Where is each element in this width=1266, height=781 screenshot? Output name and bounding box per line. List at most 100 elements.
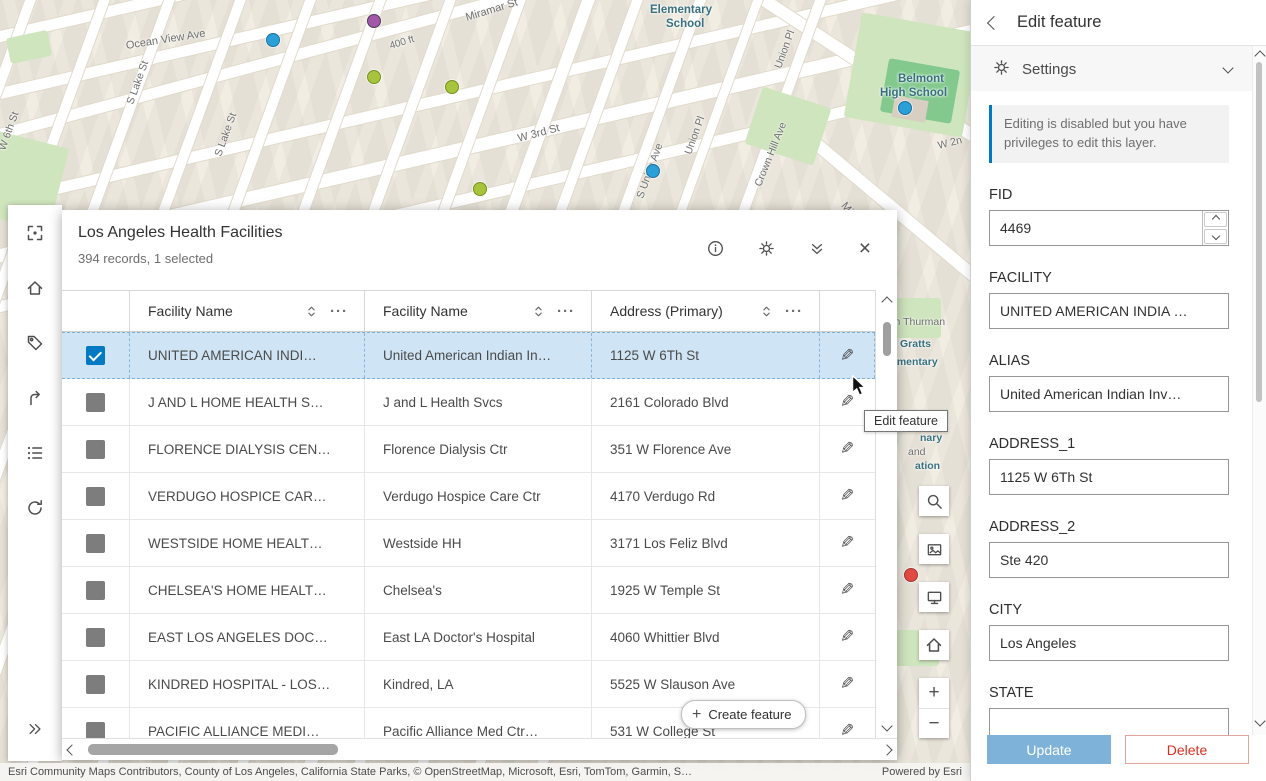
edit-row-icon[interactable]: ✎ bbox=[840, 439, 854, 459]
directions-icon[interactable] bbox=[17, 380, 53, 416]
table-cell[interactable]: Pacific Alliance Med Ctr… bbox=[365, 708, 592, 738]
table-cell[interactable]: Westside HH bbox=[365, 520, 592, 566]
table-cell[interactable]: Verdugo Hospice Care Ctr bbox=[365, 473, 592, 519]
table-row[interactable]: WESTSIDE HOME HEALT… Westside HH 3171 Los … bbox=[62, 520, 875, 567]
close-icon[interactable]: × bbox=[859, 238, 871, 259]
row-checkbox[interactable] bbox=[86, 346, 105, 365]
field-input-fid[interactable]: 4469 bbox=[989, 209, 1229, 246]
table-row[interactable]: FLORENCE DIALYSIS CEN… Florence Dialysis … bbox=[62, 426, 875, 473]
tag-icon[interactable] bbox=[17, 325, 53, 361]
map-point[interactable] bbox=[898, 101, 912, 115]
table-cell[interactable]: J AND L HOME HEALTH S… bbox=[130, 379, 365, 425]
table-cell[interactable]: United American Indian In… bbox=[365, 333, 592, 378]
table-cell[interactable]: CHELSEA'S HOME HEALT… bbox=[130, 567, 365, 613]
info-icon[interactable] bbox=[707, 240, 724, 257]
scroll-down-icon[interactable] bbox=[876, 720, 897, 732]
field-input-alias[interactable]: United American Indian Inv… bbox=[989, 375, 1229, 412]
table-row[interactable]: VERDUGO HOSPICE CAR… Verdugo Hospice Care… bbox=[62, 473, 875, 520]
table-row[interactable]: EAST LOS ANGELES DOC… East LA Doctor's Ho… bbox=[62, 614, 875, 661]
row-checkbox[interactable] bbox=[86, 721, 105, 738]
edit-row-icon[interactable]: ✎ bbox=[840, 486, 854, 506]
table-cell[interactable]: 351 W Florence Ave bbox=[592, 426, 820, 472]
table-cell[interactable]: Florence Dialysis Ctr bbox=[365, 426, 592, 472]
monitor-icon[interactable] bbox=[919, 582, 949, 612]
table-cell[interactable]: EAST LOS ANGELES DOC… bbox=[130, 614, 365, 660]
column-menu-icon[interactable]: ··· bbox=[330, 303, 348, 320]
collapse-panel-icon[interactable] bbox=[809, 241, 825, 257]
table-cell[interactable]: FLORENCE DIALYSIS CEN… bbox=[130, 426, 365, 472]
row-checkbox[interactable] bbox=[86, 580, 105, 600]
map-point[interactable] bbox=[904, 568, 918, 582]
map-canvas[interactable]: Miramar St Elementary School Ocean View Ave… bbox=[0, 0, 970, 781]
field-input-facility[interactable]: UNITED AMERICAN INDIA … bbox=[989, 292, 1229, 329]
sort-icon[interactable] bbox=[532, 305, 545, 318]
row-checkbox[interactable] bbox=[86, 627, 105, 647]
panel-scroll-thumb[interactable] bbox=[1256, 62, 1262, 402]
map-point[interactable] bbox=[473, 182, 487, 196]
sort-icon[interactable] bbox=[760, 305, 773, 318]
scroll-up-icon[interactable] bbox=[876, 296, 897, 308]
row-checkbox[interactable] bbox=[86, 533, 105, 553]
table-cell[interactable]: 1125 W 6Th St bbox=[592, 333, 820, 378]
edit-row-icon[interactable]: ✎ bbox=[840, 533, 854, 553]
table-cell[interactable]: VERDUGO HOSPICE CAR… bbox=[130, 473, 365, 519]
edit-row-icon[interactable]: ✎ bbox=[840, 627, 854, 647]
row-checkbox[interactable] bbox=[86, 439, 105, 459]
table-row[interactable]: UNITED AMERICAN INDI… United American Ind… bbox=[62, 332, 875, 379]
home-icon[interactable] bbox=[17, 270, 53, 306]
scroll-left-icon[interactable] bbox=[62, 739, 82, 760]
field-input-address_2[interactable]: Ste 420 bbox=[989, 541, 1229, 578]
map-point[interactable] bbox=[266, 33, 280, 47]
panel-scrollbar[interactable] bbox=[1252, 46, 1266, 735]
table-cell[interactable]: PACIFIC ALLIANCE MEDI… bbox=[130, 708, 365, 738]
table-cell[interactable]: UNITED AMERICAN INDI… bbox=[130, 333, 365, 378]
settings-section-header[interactable]: Settings bbox=[971, 46, 1266, 93]
map-point[interactable] bbox=[445, 80, 459, 94]
row-checkbox[interactable] bbox=[86, 392, 105, 412]
search-icon[interactable] bbox=[919, 486, 949, 516]
column-menu-icon[interactable]: ··· bbox=[557, 303, 575, 320]
table-cell[interactable]: KINDRED HOSPITAL - LOS… bbox=[130, 661, 365, 707]
table-cell[interactable]: 4060 Whittier Blvd bbox=[592, 614, 820, 660]
refresh-icon[interactable] bbox=[17, 490, 53, 526]
table-cell[interactable]: 3171 Los Feliz Blvd bbox=[592, 520, 820, 566]
table-row[interactable]: CHELSEA'S HOME HEALT… Chelsea's 1925 W Tem… bbox=[62, 567, 875, 614]
table-cell[interactable]: 2161 Colorado Blvd bbox=[592, 379, 820, 425]
scroll-down-icon[interactable] bbox=[1254, 715, 1266, 727]
field-input-address_1[interactable]: 1125 W 6Th St bbox=[989, 458, 1229, 495]
update-button[interactable]: Update bbox=[987, 735, 1111, 764]
table-cell[interactable]: East LA Doctor's Hospital bbox=[365, 614, 592, 660]
column-header[interactable]: Facility Name ··· bbox=[365, 291, 592, 331]
create-feature-button[interactable]: + Create feature bbox=[681, 700, 807, 729]
table-cell[interactable]: Chelsea's bbox=[365, 567, 592, 613]
column-menu-icon[interactable]: ··· bbox=[785, 303, 803, 320]
settings-icon[interactable] bbox=[758, 240, 775, 257]
table-cell[interactable]: 4170 Verdugo Rd bbox=[592, 473, 820, 519]
home-icon[interactable] bbox=[919, 630, 949, 660]
expand-icon[interactable] bbox=[17, 711, 53, 747]
vertical-scroll-thumb[interactable] bbox=[883, 322, 891, 356]
table-vertical-scrollbar[interactable] bbox=[875, 290, 897, 738]
column-header[interactable]: Address (Primary) ··· bbox=[592, 291, 820, 331]
map-point[interactable] bbox=[646, 164, 660, 178]
back-icon[interactable] bbox=[971, 0, 1017, 45]
number-stepper[interactable] bbox=[1202, 210, 1228, 245]
edit-row-icon[interactable]: ✎ bbox=[840, 346, 854, 366]
stepper-down-icon[interactable] bbox=[1204, 228, 1227, 244]
edit-row-icon[interactable]: ✎ bbox=[840, 580, 854, 600]
field-input-state[interactable] bbox=[989, 707, 1229, 735]
horizontal-scroll-track[interactable] bbox=[82, 739, 877, 760]
screenshot-icon[interactable] bbox=[919, 534, 949, 564]
scroll-right-icon[interactable] bbox=[877, 739, 897, 760]
stepper-up-icon[interactable] bbox=[1204, 211, 1227, 227]
map-point[interactable] bbox=[367, 14, 381, 28]
table-cell[interactable]: Kindred, LA bbox=[365, 661, 592, 707]
zoom-to-selection-icon[interactable] bbox=[17, 215, 53, 251]
horizontal-scroll-thumb[interactable] bbox=[88, 744, 338, 755]
list-icon[interactable] bbox=[17, 435, 53, 471]
row-checkbox[interactable] bbox=[86, 674, 105, 694]
table-cell[interactable]: WESTSIDE HOME HEALT… bbox=[130, 520, 365, 566]
zoom-out-button[interactable]: − bbox=[919, 708, 949, 738]
column-header[interactable]: Facility Name ··· bbox=[130, 291, 365, 331]
map-point[interactable] bbox=[367, 70, 381, 84]
